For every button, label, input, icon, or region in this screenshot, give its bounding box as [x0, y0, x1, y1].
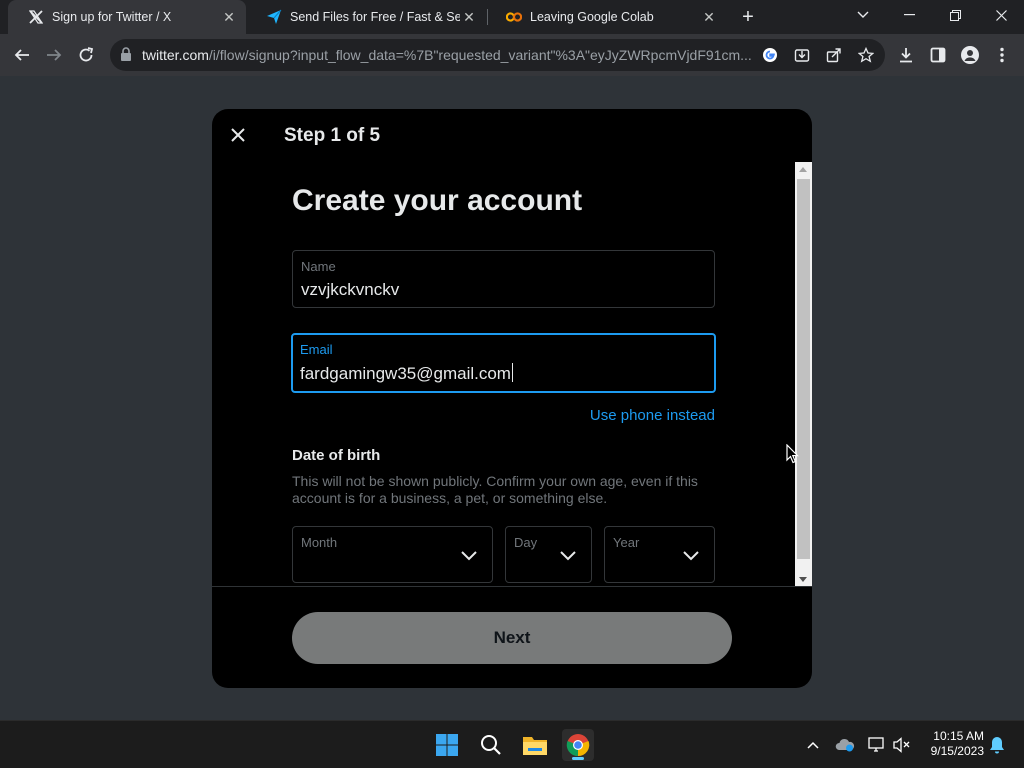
mouse-pointer-icon [786, 443, 800, 464]
use-phone-link[interactable]: Use phone instead [590, 407, 715, 424]
tab-send-files[interactable]: Send Files for Free / Fast & Secure ✕ [246, 0, 486, 34]
forward-arrow-icon[interactable] [40, 41, 68, 69]
install-app-icon[interactable] [792, 45, 812, 65]
url-path: /i/flow/signup?input_flow_data=%7B"reque… [208, 47, 752, 63]
downloads-icon[interactable] [892, 41, 920, 69]
signup-modal: Step 1 of 5 Create your account Name vzv… [212, 109, 812, 688]
minimize-button[interactable] [886, 0, 932, 30]
url-text[interactable]: twitter.com/i/flow/signup?input_flow_dat… [142, 47, 754, 63]
browser-toolbar: twitter.com/i/flow/signup?input_flow_dat… [0, 34, 1024, 76]
profile-avatar-icon[interactable] [956, 41, 984, 69]
year-select-label: Year [613, 535, 640, 550]
email-field-value[interactable]: fardgamingw35@gmail.com [300, 363, 513, 384]
year-select[interactable]: Year [604, 526, 715, 583]
close-icon[interactable] [228, 125, 248, 145]
window-close-button[interactable] [978, 0, 1024, 30]
scroll-up-arrow-icon[interactable] [799, 167, 807, 172]
month-select[interactable]: Month [292, 526, 493, 583]
onedrive-icon[interactable] [834, 734, 856, 756]
month-select-label: Month [301, 535, 338, 550]
chevron-down-icon [460, 549, 478, 561]
dob-description: This will not be shown publicly. Confirm… [292, 473, 698, 506]
name-field-label: Name [301, 259, 336, 274]
bookmark-star-icon[interactable] [856, 45, 876, 65]
share-icon[interactable] [824, 45, 844, 65]
back-arrow-icon[interactable] [8, 41, 36, 69]
network-icon[interactable] [866, 734, 888, 756]
text-caret [511, 363, 513, 382]
scroll-down-arrow-icon[interactable] [799, 577, 807, 582]
reload-icon[interactable] [72, 41, 100, 69]
restore-button[interactable] [932, 0, 978, 30]
colab-icon [506, 9, 522, 25]
next-button[interactable]: Next [292, 612, 732, 664]
address-bar[interactable]: twitter.com/i/flow/signup?input_flow_dat… [110, 39, 885, 71]
clock-time: 10:15 AM [933, 729, 984, 743]
day-select[interactable]: Day [505, 526, 592, 583]
tab-title: Leaving Google Colab [530, 10, 654, 24]
system-clock[interactable]: 10:15 AM 9/15/2023 [918, 729, 984, 759]
scrollbar-thumb[interactable] [797, 179, 810, 559]
tab-twitter-signup[interactable]: Sign up for Twitter / X ✕ [8, 0, 246, 34]
notification-bell-icon[interactable] [986, 734, 1008, 756]
paper-plane-icon [266, 9, 282, 25]
active-app-indicator [572, 757, 584, 760]
x-logo-icon [28, 9, 44, 25]
volume-muted-icon[interactable] [891, 734, 913, 756]
side-panel-icon[interactable] [924, 41, 952, 69]
email-field-text: fardgamingw35@gmail.com [300, 364, 511, 383]
tab-title: Send Files for Free / Fast & Secure [290, 10, 460, 24]
google-g-icon[interactable] [760, 45, 780, 65]
clock-date: 9/15/2023 [930, 744, 984, 758]
chevron-up-icon[interactable] [802, 734, 824, 756]
chevron-down-icon [682, 549, 700, 561]
tab-strip: Sign up for Twitter / X ✕ Send Files for… [0, 0, 1024, 34]
email-field-label: Email [300, 342, 333, 357]
chrome-icon[interactable] [562, 729, 594, 761]
step-indicator: Step 1 of 5 [284, 125, 381, 146]
tab-colab[interactable]: Leaving Google Colab ✕ [486, 0, 726, 34]
file-explorer-icon[interactable] [519, 729, 551, 761]
tab-title: Sign up for Twitter / X [52, 10, 172, 24]
page-title: Create your account [292, 184, 583, 217]
taskbar: 10:15 AM 9/15/2023 [0, 720, 1024, 768]
more-menu-icon[interactable] [988, 41, 1016, 69]
lock-icon[interactable] [120, 47, 134, 63]
name-field-value[interactable]: vzvjkckvnckv [301, 280, 399, 300]
tab-close-icon[interactable]: ✕ [220, 8, 238, 26]
tab-close-icon[interactable]: ✕ [460, 8, 478, 26]
tab-search-chevron-icon[interactable] [840, 0, 886, 30]
chevron-down-icon [559, 549, 577, 561]
new-tab-button[interactable]: + [738, 6, 758, 28]
email-field[interactable]: Email fardgamingw35@gmail.com [291, 333, 716, 393]
search-icon[interactable] [475, 729, 507, 761]
windows-start-icon[interactable] [431, 729, 463, 761]
modal-scrollbar[interactable] [795, 162, 812, 587]
footer-divider [212, 586, 812, 587]
tab-close-icon[interactable]: ✕ [700, 8, 718, 26]
name-field[interactable]: Name vzvjkckvnckv [292, 250, 715, 308]
url-host: twitter.com [142, 47, 209, 63]
dob-title: Date of birth [292, 447, 381, 464]
day-select-label: Day [514, 535, 538, 550]
